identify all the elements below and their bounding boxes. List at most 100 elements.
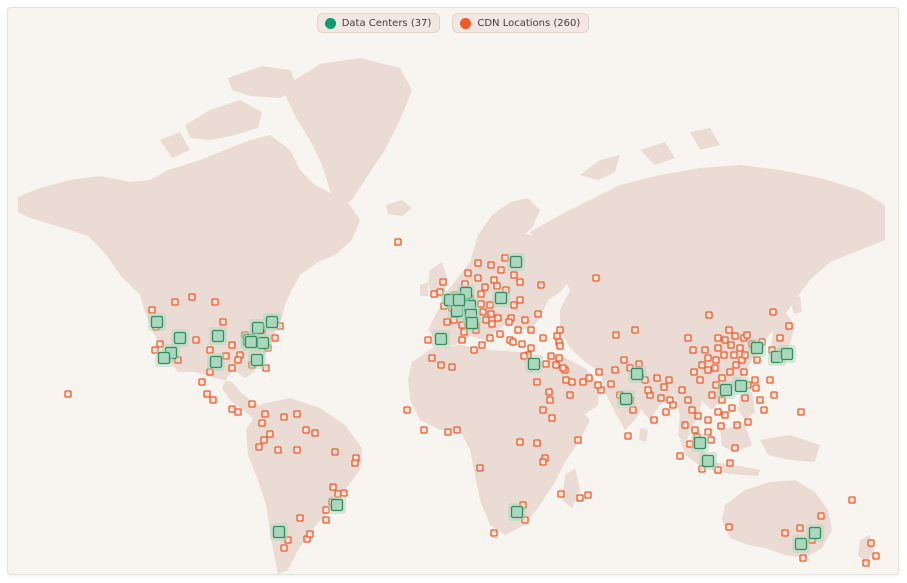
cdn-location-marker[interactable] <box>727 341 735 349</box>
cdn-location-marker[interactable] <box>542 360 550 368</box>
cdn-location-marker[interactable] <box>730 351 738 359</box>
cdn-location-marker[interactable] <box>537 281 545 289</box>
cdn-location-marker[interactable] <box>717 422 725 430</box>
cdn-location-marker[interactable] <box>424 336 432 344</box>
cdn-location-marker[interactable] <box>690 368 698 376</box>
cdn-location-marker[interactable] <box>206 346 214 354</box>
cdn-location-marker[interactable] <box>607 380 615 388</box>
cdn-location-marker[interactable] <box>533 378 541 386</box>
cdn-location-marker[interactable] <box>509 338 517 346</box>
cdn-location-marker[interactable] <box>559 364 567 372</box>
cdn-location-marker[interactable] <box>505 318 513 326</box>
data-center-marker[interactable] <box>525 355 543 373</box>
cdn-location-marker[interactable] <box>192 336 200 344</box>
cdn-location-marker[interactable] <box>769 308 777 316</box>
cdn-location-marker[interactable] <box>521 316 529 324</box>
data-center-marker[interactable] <box>463 314 481 332</box>
cdn-location-marker[interactable] <box>539 334 547 342</box>
cdn-location-marker[interactable] <box>211 298 219 306</box>
data-center-marker[interactable] <box>263 313 281 331</box>
cdn-location-marker[interactable] <box>448 363 456 371</box>
cdn-location-marker[interactable] <box>733 421 741 429</box>
data-center-marker[interactable] <box>628 365 646 383</box>
cdn-location-marker[interactable] <box>556 326 564 334</box>
cdn-location-marker[interactable] <box>430 290 438 298</box>
cdn-location-marker[interactable] <box>731 444 739 452</box>
cdn-location-marker[interactable] <box>585 374 593 382</box>
cdn-location-marker[interactable] <box>171 298 179 306</box>
cdn-location-marker[interactable] <box>439 278 447 286</box>
cdn-location-marker[interactable] <box>624 432 632 440</box>
cdn-location-marker[interactable] <box>553 332 561 340</box>
cdn-location-marker[interactable] <box>612 331 620 339</box>
cdn-location-marker[interactable] <box>725 326 733 334</box>
cdn-location-marker[interactable] <box>732 361 740 369</box>
cdn-location-marker[interactable] <box>228 341 236 349</box>
data-center-marker[interactable] <box>148 313 166 331</box>
cdn-location-marker[interactable] <box>547 352 555 360</box>
cdn-location-marker[interactable] <box>594 381 602 389</box>
cdn-location-marker[interactable] <box>474 259 482 267</box>
cdn-location-marker[interactable] <box>872 552 880 560</box>
cdn-location-marker[interactable] <box>741 394 749 402</box>
cdn-location-marker[interactable] <box>584 491 592 499</box>
cdn-location-marker[interactable] <box>595 368 603 376</box>
data-center-marker[interactable] <box>328 496 346 514</box>
cdn-location-marker[interactable] <box>474 274 482 282</box>
cdn-location-marker[interactable] <box>712 356 720 364</box>
cdn-location-marker[interactable] <box>545 388 553 396</box>
cdn-location-marker[interactable] <box>482 316 490 324</box>
data-center-marker[interactable] <box>617 390 635 408</box>
cdn-location-marker[interactable] <box>720 351 728 359</box>
cdn-location-marker[interactable] <box>725 523 733 531</box>
cdn-location-marker[interactable] <box>470 346 478 354</box>
cdn-location-marker[interactable] <box>228 405 236 413</box>
cdn-location-marker[interactable] <box>592 274 600 282</box>
cdn-location-marker[interactable] <box>799 554 807 562</box>
cdn-location-marker[interactable] <box>714 344 722 352</box>
cdn-location-marker[interactable] <box>266 430 274 438</box>
cdn-location-marker[interactable] <box>684 334 692 342</box>
cdn-location-marker[interactable] <box>516 438 524 446</box>
cdn-location-marker[interactable] <box>420 426 428 434</box>
cdn-location-marker[interactable] <box>527 344 535 352</box>
cdn-location-marker[interactable] <box>486 334 494 342</box>
cdn-location-marker[interactable] <box>740 368 748 376</box>
cdn-location-marker[interactable] <box>464 269 472 277</box>
cdn-location-marker[interactable] <box>650 416 658 424</box>
cdn-location-marker[interactable] <box>271 334 279 342</box>
cdn-location-marker[interactable] <box>428 354 436 362</box>
cdn-location-marker[interactable] <box>329 483 337 491</box>
cdn-location-marker[interactable] <box>657 394 665 402</box>
cdn-location-marker[interactable] <box>494 314 502 322</box>
cdn-location-marker[interactable] <box>552 361 560 369</box>
cdn-location-marker[interactable] <box>510 271 518 279</box>
cdn-location-marker[interactable] <box>514 326 522 334</box>
cdn-location-marker[interactable] <box>752 384 760 392</box>
data-center-marker[interactable] <box>209 327 227 345</box>
cdn-location-marker[interactable] <box>258 419 266 427</box>
cdn-location-marker[interactable] <box>731 332 739 340</box>
cdn-location-marker[interactable] <box>704 366 712 374</box>
cdn-location-marker[interactable] <box>753 356 761 364</box>
cdn-location-marker[interactable] <box>796 524 804 532</box>
data-center-marker[interactable] <box>207 353 225 371</box>
cdn-location-marker[interactable] <box>620 356 628 364</box>
cdn-location-marker[interactable] <box>669 401 677 409</box>
cdn-location-marker[interactable] <box>539 458 547 466</box>
cdn-location-marker[interactable] <box>698 361 706 369</box>
cdn-location-marker[interactable] <box>296 514 304 522</box>
cdn-location-marker[interactable] <box>493 282 501 290</box>
cdn-location-marker[interactable] <box>728 404 736 412</box>
cdn-location-marker[interactable] <box>293 446 301 454</box>
cdn-location-marker[interactable] <box>556 342 564 350</box>
data-center-marker[interactable] <box>732 377 750 395</box>
cdn-location-marker[interactable] <box>704 354 712 362</box>
cdn-location-marker[interactable] <box>479 308 487 316</box>
cdn-location-marker[interactable] <box>611 366 619 374</box>
data-center-marker[interactable] <box>155 349 173 367</box>
cdn-location-marker[interactable] <box>574 436 582 444</box>
cdn-location-marker[interactable] <box>701 346 709 354</box>
cdn-location-marker[interactable] <box>490 276 498 284</box>
cdn-location-marker[interactable] <box>548 414 556 422</box>
